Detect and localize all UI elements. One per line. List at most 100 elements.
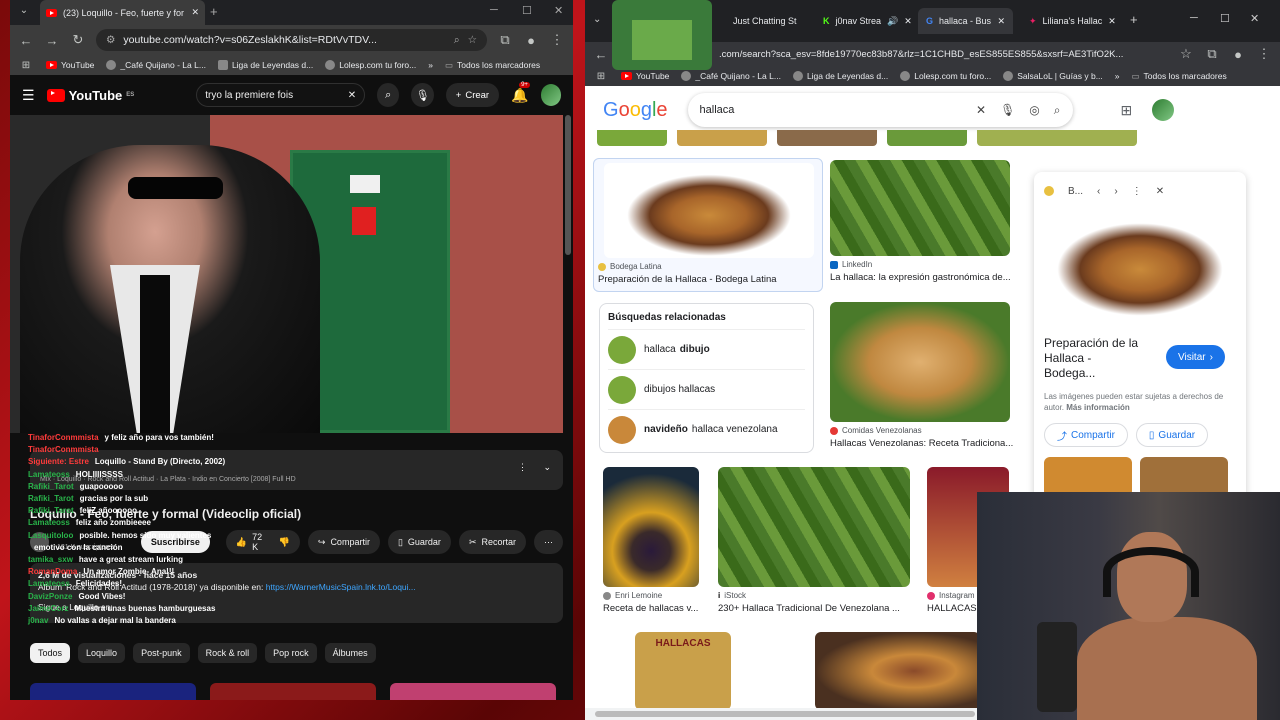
close-icon[interactable]: ✕ bbox=[1156, 186, 1164, 197]
bookmark-youtube[interactable]: YouTube bbox=[621, 71, 669, 81]
filter-thumb[interactable] bbox=[677, 130, 767, 146]
image-result[interactable]: Enri Lemoine Receta de hallacas v... bbox=[603, 467, 703, 614]
visit-button[interactable]: Visitar › bbox=[1166, 345, 1225, 369]
bookmark-liga[interactable]: Liga de Leyendas d... bbox=[217, 60, 313, 70]
image-result[interactable]: LinkedIn La hallaca: la expresión gastro… bbox=[830, 160, 1015, 283]
chevron-left-icon[interactable]: ‹ bbox=[1097, 186, 1100, 197]
video-thumbnail[interactable] bbox=[30, 683, 196, 700]
bookmarks-more-icon[interactable]: » bbox=[428, 60, 433, 70]
close-window-icon[interactable]: ✕ bbox=[554, 4, 563, 17]
bookmarks-more-icon[interactable]: » bbox=[1115, 71, 1120, 81]
tab-j0nav[interactable]: Kj0nav Strea 🔊 ✕ bbox=[815, 8, 920, 34]
google-logo[interactable]: Google bbox=[603, 99, 668, 122]
minimize-icon[interactable]: ─ bbox=[490, 4, 498, 16]
video-thumbnail[interactable] bbox=[210, 683, 376, 700]
create-button[interactable]: + Crear bbox=[445, 83, 500, 107]
bookmark-lolesp[interactable]: Lolesp.com tu foro... bbox=[900, 71, 991, 81]
new-tab-icon[interactable]: + bbox=[1130, 12, 1138, 27]
notifications-bell-icon[interactable]: 🔔 9+ bbox=[511, 81, 530, 104]
user-avatar[interactable] bbox=[540, 84, 562, 106]
filter-thumb[interactable] bbox=[977, 130, 1137, 146]
new-tab-icon[interactable]: + bbox=[210, 4, 218, 19]
chat-username[interactable]: Rafiki_Tarot bbox=[28, 481, 74, 493]
bookmark-star-icon[interactable]: ☆ bbox=[468, 34, 477, 46]
bookmark-cafe[interactable]: _Café Quijano - La L... bbox=[681, 71, 781, 81]
panel-title[interactable]: Preparación de la Hallaca - Bodega... bbox=[1034, 318, 1154, 381]
image-result[interactable]: i iStock 230+ Hallaca Tradicional De Vene… bbox=[718, 467, 913, 614]
tab-liliana[interactable]: ✦ Liliana's Hallac ✕ bbox=[1021, 8, 1124, 34]
scrollbar-thumb[interactable] bbox=[595, 711, 975, 717]
all-bookmarks[interactable]: ▭ Todos los marcadores bbox=[1132, 71, 1227, 82]
extensions-icon[interactable]: ⧉ bbox=[497, 32, 513, 48]
chat-username[interactable]: TinaforConmmista bbox=[28, 432, 99, 444]
save-button[interactable]: ▯ Guardar bbox=[1135, 423, 1209, 447]
chat-username[interactable]: DavizPonze bbox=[28, 591, 72, 603]
chat-username[interactable]: TinaforConmmista bbox=[28, 444, 99, 456]
image-result[interactable]: Comidas Venezolanas Hallacas Venezolanas… bbox=[830, 302, 1015, 449]
video-player[interactable] bbox=[10, 115, 563, 433]
bookmark-lolesp[interactable]: Lolesp.com tu foro... bbox=[325, 60, 416, 70]
minimize-icon[interactable]: ─ bbox=[1190, 12, 1198, 24]
chat-username[interactable]: Siguiente: Estre bbox=[28, 456, 89, 468]
tab-search-icon[interactable]: ⌄ bbox=[16, 5, 32, 16]
account-avatar[interactable] bbox=[1152, 99, 1175, 121]
video-thumbnail[interactable] bbox=[390, 683, 556, 700]
close-window-icon[interactable]: ✕ bbox=[1250, 12, 1259, 25]
bookmark-cafe[interactable]: _Café Quijano - La L... bbox=[106, 60, 206, 70]
profile-avatar[interactable]: ● bbox=[1230, 47, 1246, 62]
chevron-right-icon[interactable]: › bbox=[1114, 186, 1117, 197]
bookmark-liga[interactable]: Liga de Leyendas d... bbox=[792, 71, 888, 81]
chat-username[interactable]: j0nav bbox=[28, 615, 48, 627]
chat-username[interactable]: RomanDoma bbox=[28, 566, 77, 578]
more-info-link[interactable]: Más información bbox=[1066, 403, 1130, 412]
chip-rock-roll[interactable]: Rock & roll bbox=[197, 643, 258, 663]
related-item[interactable]: dibujos hallacas bbox=[608, 369, 805, 409]
panel-image[interactable] bbox=[1034, 210, 1246, 318]
chat-username[interactable]: Lamateoss bbox=[28, 578, 70, 590]
share-button[interactable]: ⤴ Compartir bbox=[1044, 423, 1128, 447]
chip-loquillo[interactable]: Loquillo bbox=[78, 643, 126, 663]
chat-username[interactable]: tamika_sxw bbox=[28, 554, 73, 566]
all-bookmarks[interactable]: ▭ Todos los marcadores bbox=[445, 60, 540, 71]
image-result-selected[interactable]: Bodega Latina Preparación de la Hallaca … bbox=[593, 158, 823, 292]
related-image[interactable] bbox=[1140, 457, 1228, 497]
filter-thumb[interactable] bbox=[887, 130, 967, 146]
search-input[interactable]: tryo la premiere fois ✕ bbox=[196, 83, 366, 107]
chat-username[interactable]: Rafiki_Tarot bbox=[28, 493, 74, 505]
chip-post-punk[interactable]: Post-punk bbox=[133, 643, 190, 663]
bookmark-star-icon[interactable]: ☆ bbox=[1178, 46, 1194, 62]
chip-pop-rock[interactable]: Pop rock bbox=[265, 643, 317, 663]
address-bar[interactable]: ⚙ youtube.com/watch?v=s06ZeslakhK&list=R… bbox=[96, 29, 487, 51]
filter-thumb[interactable] bbox=[597, 130, 667, 146]
close-tab-icon[interactable]: ✕ bbox=[191, 7, 199, 18]
more-options-icon[interactable]: ⋮ bbox=[1132, 186, 1142, 197]
close-tab-icon[interactable]: ✕ bbox=[997, 16, 1005, 27]
extensions-icon[interactable]: ⧉ bbox=[1204, 46, 1220, 62]
related-item[interactable]: hallaca dibujo bbox=[608, 329, 805, 369]
chat-username[interactable]: JaimeCorz bbox=[28, 603, 68, 615]
back-icon[interactable]: ← bbox=[18, 33, 34, 48]
voice-search-icon[interactable]: 🎙 bbox=[411, 83, 434, 107]
reload-icon[interactable]: ↻ bbox=[70, 32, 86, 48]
profile-avatar[interactable]: ● bbox=[523, 33, 539, 48]
image-result[interactable]: HALLACAS bbox=[635, 632, 731, 710]
youtube-logo[interactable]: YouTube ES bbox=[46, 88, 134, 103]
apps-icon[interactable]: ⊞ bbox=[593, 71, 609, 82]
related-item[interactable]: navideño hallaca venezolana bbox=[608, 409, 805, 449]
tab-search-icon[interactable]: ⌄ bbox=[593, 14, 601, 25]
close-tab-icon[interactable]: ✕ bbox=[1108, 16, 1116, 27]
maximize-icon[interactable]: ☐ bbox=[522, 4, 532, 17]
clear-search-icon[interactable]: ✕ bbox=[348, 90, 356, 101]
search-input[interactable]: hallaca ✕ 🎙 ◎ ⌕ bbox=[688, 93, 1073, 127]
tab-just-chatting[interactable]: Just Chatting St bbox=[725, 8, 805, 34]
forward-icon[interactable]: → bbox=[44, 33, 60, 48]
lens-icon[interactable]: ◎ bbox=[1029, 103, 1039, 118]
zoom-icon[interactable]: ⌕ bbox=[454, 34, 460, 47]
chip-albumes[interactable]: Álbumes bbox=[324, 643, 376, 663]
site-info-icon[interactable]: ⚙ bbox=[106, 34, 115, 46]
filter-thumb[interactable] bbox=[777, 130, 877, 146]
related-image[interactable] bbox=[1044, 457, 1132, 497]
scrollbar-thumb[interactable] bbox=[565, 115, 571, 255]
menu-icon[interactable]: ⋮ bbox=[549, 32, 565, 48]
bookmark-youtube[interactable]: YouTube bbox=[46, 60, 94, 70]
